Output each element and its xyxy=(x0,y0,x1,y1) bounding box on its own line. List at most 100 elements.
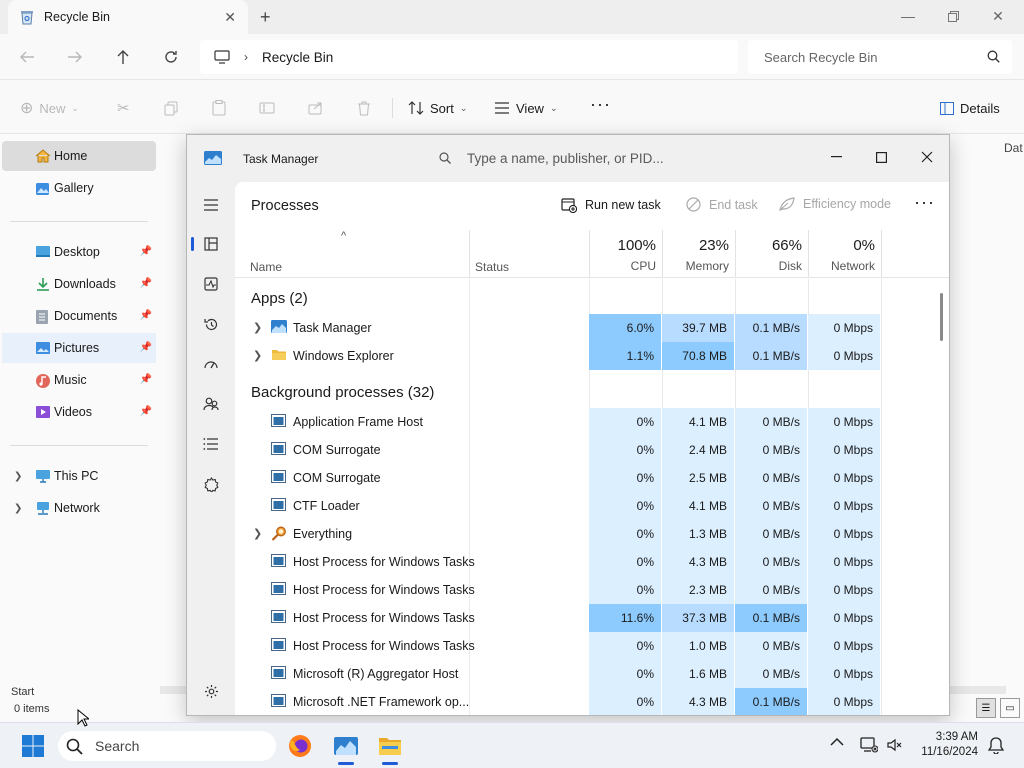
vertical-scrollbar[interactable] xyxy=(940,293,943,341)
column-header-network[interactable]: Network xyxy=(808,259,875,273)
settings-gear-icon[interactable] xyxy=(191,675,231,707)
table-row[interactable]: ❯ Everything 0% 1.3 MB 0 MB/s 0 Mbps xyxy=(235,520,949,548)
column-header-status[interactable]: Status xyxy=(475,260,509,274)
users-tab-icon[interactable] xyxy=(191,388,231,420)
volume-muted-icon[interactable] xyxy=(886,737,902,753)
pin-icon[interactable]: 📌 xyxy=(140,278,152,289)
tm-maximize-button[interactable] xyxy=(861,143,901,171)
nav-item-music[interactable]: Music 📌 xyxy=(2,365,156,395)
network-status-icon[interactable] xyxy=(860,737,878,753)
copy-button[interactable] xyxy=(164,97,178,119)
new-tab-button[interactable]: + xyxy=(260,7,271,28)
column-header-cpu[interactable]: CPU xyxy=(589,259,656,273)
processes-tab-icon[interactable] xyxy=(191,228,231,260)
delete-button[interactable] xyxy=(357,97,371,119)
start-button[interactable] xyxy=(17,731,49,761)
services-tab-icon[interactable] xyxy=(191,468,231,500)
taskbar-search-box[interactable]: Search xyxy=(58,731,276,761)
notifications-bell-icon[interactable] xyxy=(988,736,1004,754)
pin-icon[interactable]: 📌 xyxy=(140,310,152,321)
table-row[interactable]: ❯ Windows Explorer 1.1% 70.8 MB 0.1 MB/s… xyxy=(235,342,949,370)
sort-button[interactable]: Sort ⌄ xyxy=(408,97,467,119)
forward-button[interactable] xyxy=(61,44,89,70)
table-row[interactable]: Application Frame Host 0% 4.1 MB 0 MB/s … xyxy=(235,408,949,436)
table-row[interactable]: Host Process for Windows Tasks 11.6% 37.… xyxy=(235,604,949,632)
details-tab-icon[interactable] xyxy=(191,428,231,460)
task-manager-search-input[interactable]: Type a name, publisher, or PID... xyxy=(425,143,685,173)
column-header-memory[interactable]: Memory xyxy=(662,259,729,273)
details-button[interactable]: Details xyxy=(940,97,1000,119)
firefox-app-icon[interactable] xyxy=(284,731,316,761)
column-header-disk[interactable]: Disk xyxy=(735,259,802,273)
breadcrumb[interactable]: Recycle Bin xyxy=(262,50,333,65)
chevron-right-icon[interactable]: ❯ xyxy=(14,471,22,482)
nav-item-gallery[interactable]: Gallery xyxy=(2,173,156,203)
pin-icon[interactable]: 📌 xyxy=(140,406,152,417)
view-button[interactable]: View ⌄ xyxy=(494,97,558,119)
task-manager-app-icon[interactable] xyxy=(330,731,362,765)
nav-item-desktop[interactable]: Desktop 📌 xyxy=(2,237,156,267)
table-row[interactable]: Host Process for Windows Tasks 0% 2.3 MB… xyxy=(235,576,949,604)
performance-tab-icon[interactable] xyxy=(191,268,231,300)
back-button[interactable] xyxy=(13,44,41,70)
table-row[interactable]: Host Process for Windows Tasks 0% 4.3 MB… xyxy=(235,548,949,576)
pin-icon[interactable]: 📌 xyxy=(140,246,152,257)
table-row[interactable]: CTF Loader 0% 4.1 MB 0 MB/s 0 Mbps xyxy=(235,492,949,520)
more-options-icon[interactable]: ··· xyxy=(914,192,935,213)
up-button[interactable] xyxy=(109,44,137,70)
chevron-right-icon[interactable]: ❯ xyxy=(253,527,262,540)
memory-total[interactable]: 23% xyxy=(662,237,729,254)
nav-item-this-pc[interactable]: ❯ This PC xyxy=(2,461,156,491)
chevron-right-icon[interactable]: ❯ xyxy=(253,321,262,334)
share-button[interactable] xyxy=(308,97,323,119)
table-row[interactable]: Microsoft .NET Framework op... 0% 4.3 MB… xyxy=(235,688,949,715)
new-button[interactable]: ⊕ New ⌄ xyxy=(20,97,79,119)
rename-button[interactable] xyxy=(259,97,275,119)
hamburger-menu-icon[interactable] xyxy=(191,189,231,221)
startup-apps-tab-icon[interactable] xyxy=(191,348,231,380)
table-row[interactable]: ❯ Task Manager 6.0% 39.7 MB 0.1 MB/s 0 M… xyxy=(235,314,949,342)
nav-item-downloads[interactable]: Downloads 📌 xyxy=(2,269,156,299)
maximize-button[interactable] xyxy=(931,4,975,28)
more-options-icon[interactable]: ··· xyxy=(590,93,611,115)
nav-item-videos[interactable]: Videos 📌 xyxy=(2,397,156,427)
refresh-button[interactable] xyxy=(157,44,185,70)
column-header-name[interactable]: Name xyxy=(250,260,282,274)
nav-item-documents[interactable]: Documents 📌 xyxy=(2,301,156,331)
details-view-icon[interactable]: ☰ xyxy=(976,698,996,718)
app-history-tab-icon[interactable] xyxy=(191,308,231,340)
nav-item-network[interactable]: ❯ Network xyxy=(2,493,156,523)
pin-icon[interactable]: 📌 xyxy=(140,374,152,385)
table-row[interactable]: Microsoft (R) Aggregator Host 0% 1.6 MB … xyxy=(235,660,949,688)
close-button[interactable]: ✕ xyxy=(976,4,1020,28)
tiles-view-icon[interactable]: ▭ xyxy=(1000,698,1020,718)
cpu-total[interactable]: 100% xyxy=(589,237,656,254)
table-row[interactable]: Host Process for Windows Tasks 0% 1.0 MB… xyxy=(235,632,949,660)
nav-item-home[interactable]: Home xyxy=(2,141,156,171)
view-label: View xyxy=(516,100,544,116)
tm-minimize-button[interactable] xyxy=(816,143,856,171)
file-explorer-app-icon[interactable] xyxy=(374,731,406,765)
close-tab-icon[interactable]: ✕ xyxy=(224,9,236,26)
tm-close-button[interactable] xyxy=(907,143,947,171)
table-row[interactable]: COM Surrogate 0% 2.4 MB 0 MB/s 0 Mbps xyxy=(235,436,949,464)
end-task-button[interactable]: End task xyxy=(686,197,758,212)
nav-item-pictures[interactable]: Pictures 📌 xyxy=(2,333,156,363)
network-total[interactable]: 0% xyxy=(808,237,875,254)
disk-total[interactable]: 66% xyxy=(735,237,802,254)
system-clock[interactable]: 3:39 AM 11/16/2024 xyxy=(921,730,978,760)
paste-button[interactable] xyxy=(212,97,226,119)
explorer-search-input[interactable]: Search Recycle Bin xyxy=(748,40,1012,74)
date-column-header[interactable]: Dat xyxy=(1004,141,1023,155)
chevron-up-icon[interactable] xyxy=(830,737,844,746)
efficiency-mode-button[interactable]: Efficiency mode xyxy=(779,197,891,211)
explorer-tab[interactable]: Recycle Bin ✕ xyxy=(8,0,248,34)
cut-button[interactable]: ✂ xyxy=(117,97,130,119)
pin-icon[interactable]: 📌 xyxy=(140,342,152,353)
table-row[interactable]: COM Surrogate 0% 2.5 MB 0 MB/s 0 Mbps xyxy=(235,464,949,492)
chevron-right-icon[interactable]: ❯ xyxy=(253,349,262,362)
minimize-button[interactable]: — xyxy=(886,4,930,28)
address-bar[interactable]: › Recycle Bin xyxy=(200,40,738,74)
run-new-task-button[interactable]: Run new task xyxy=(561,197,661,213)
chevron-right-icon[interactable]: ❯ xyxy=(14,503,22,514)
